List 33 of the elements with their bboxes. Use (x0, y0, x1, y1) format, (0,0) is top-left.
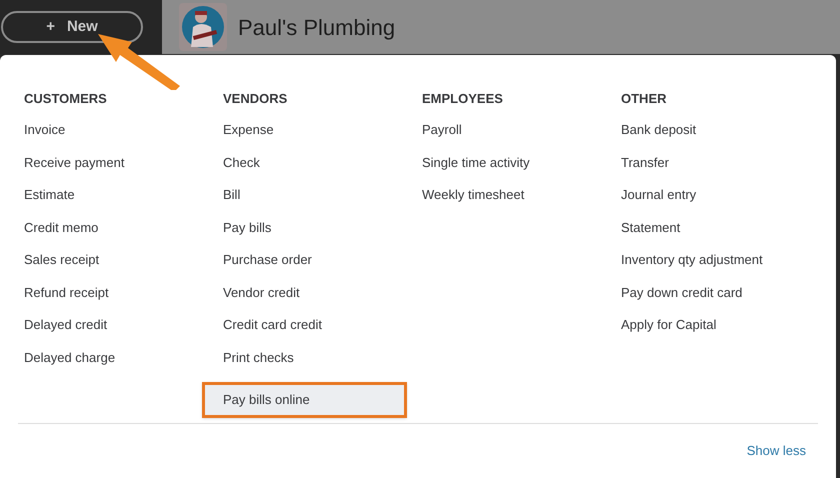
menu-item[interactable]: Apply for Capital (621, 317, 820, 350)
menu-item[interactable]: Statement (621, 220, 820, 252)
section-heading: CUSTOMERS (24, 90, 108, 108)
menu-item[interactable]: Vendor credit (223, 284, 422, 317)
menu-item[interactable]: Sales receipt (24, 252, 223, 284)
menu-item[interactable]: Delayed credit (24, 317, 223, 350)
menu-item[interactable]: Purchase order (223, 252, 422, 284)
menu-item[interactable]: Pay bills (223, 220, 422, 252)
menu-item[interactable]: Credit card credit (223, 317, 422, 350)
section-heading: VENDORS (223, 90, 288, 108)
menu-item[interactable]: Print checks (223, 350, 422, 382)
menu-item[interactable]: Expense (223, 122, 422, 154)
menu-item[interactable]: Pay bills online (202, 382, 407, 418)
menu-item[interactable]: Inventory qty adjustment (621, 252, 820, 284)
menu-item[interactable]: Check (223, 154, 422, 187)
section-heading: OTHER (621, 90, 668, 108)
menu-item[interactable]: Journal entry (621, 187, 820, 220)
show-less-link[interactable]: Show less (746, 441, 806, 461)
menu-item[interactable]: Pay down credit card (621, 284, 820, 317)
company-name: Paul's Plumbing (238, 14, 396, 42)
menu-item[interactable]: Bill (223, 187, 422, 220)
menu-item[interactable]: Bank deposit (621, 122, 820, 154)
menu-item[interactable]: Weekly timesheet (422, 187, 621, 220)
menu-item[interactable]: Refund receipt (24, 284, 223, 317)
menu-item[interactable]: Payroll (422, 122, 621, 154)
menu-item[interactable]: Invoice (24, 122, 223, 154)
menu-item[interactable]: Credit memo (24, 220, 223, 252)
menu-item[interactable]: Receive payment (24, 154, 223, 187)
menu-item[interactable]: Single time activity (422, 154, 621, 187)
menu-item[interactable]: Estimate (24, 187, 223, 220)
menu-item[interactable]: Transfer (621, 154, 820, 187)
section-heading: EMPLOYEES (422, 90, 504, 108)
menu-item[interactable]: Delayed charge (24, 350, 223, 382)
